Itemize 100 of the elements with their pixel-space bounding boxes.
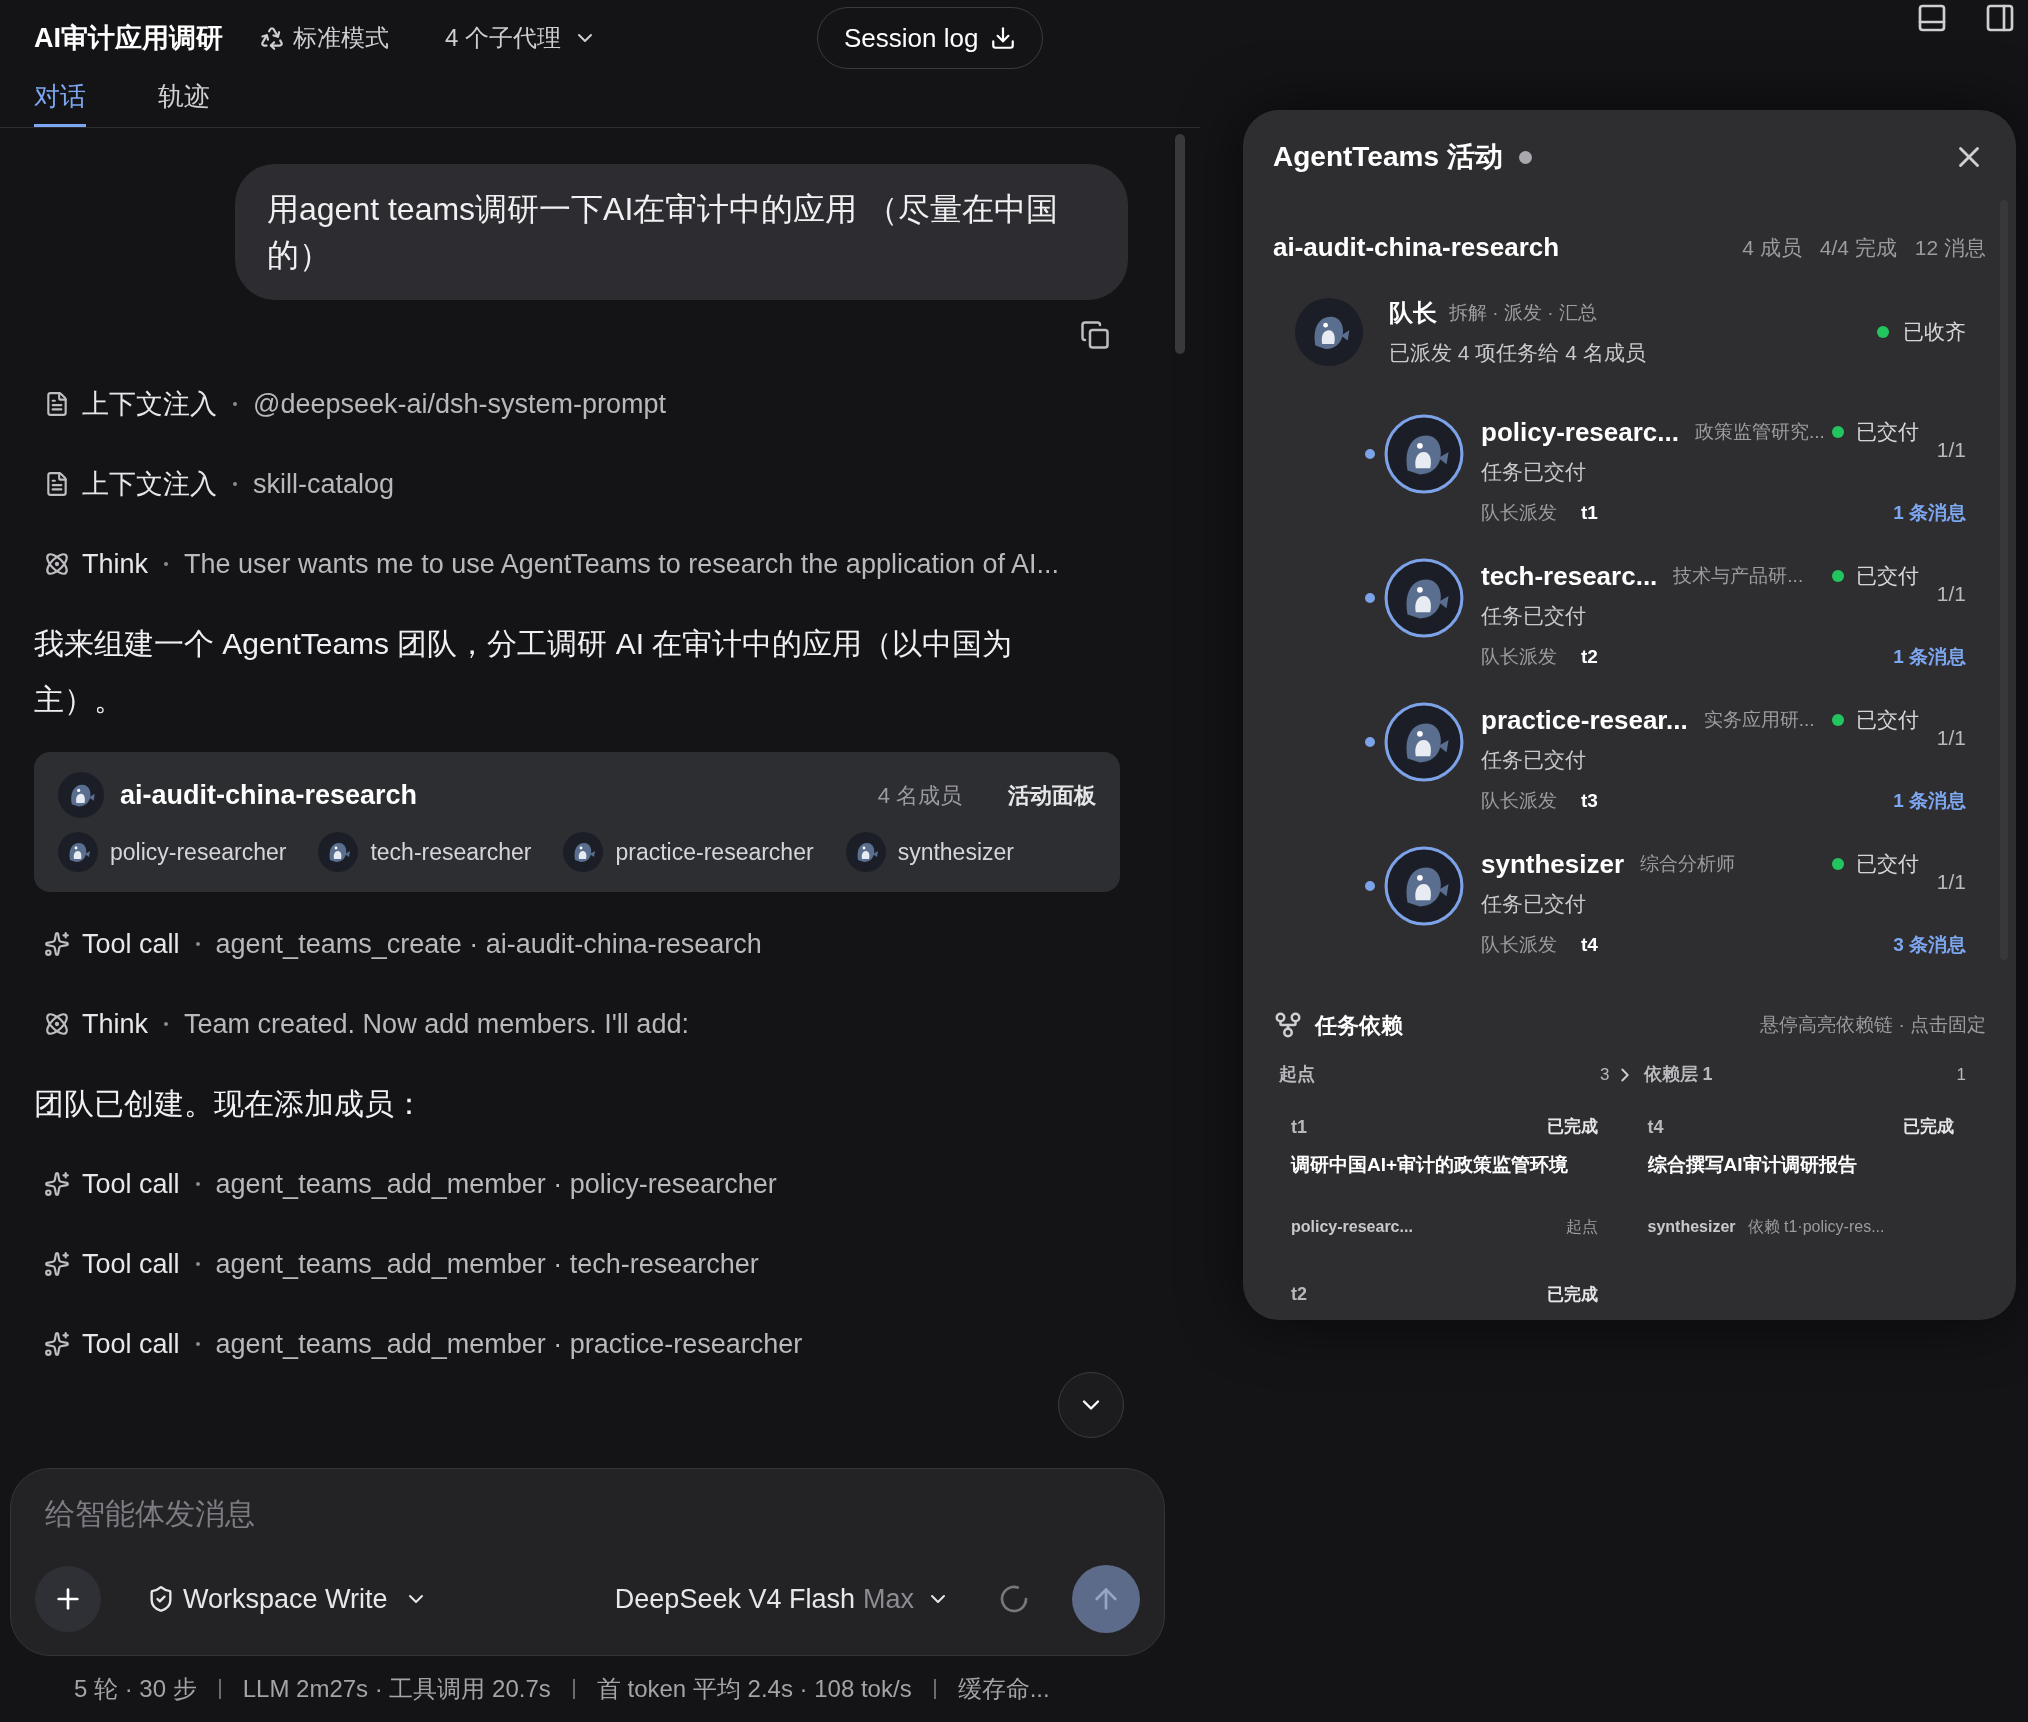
entry-detail: agent_teams_add_member · tech-researcher <box>215 1247 759 1281</box>
usage-stat: 缓存命... <box>957 1674 1050 1704</box>
entry-detail: @deepseek-ai/dsh-system-prompt <box>253 387 667 421</box>
task-status: 已完成 <box>1546 1116 1598 1139</box>
effort-level: Max <box>863 1582 914 1616</box>
task-title: 调研中国AI+审计的政策监管环境 <box>1291 1152 1570 1177</box>
entry-detail: agent_teams_create · ai-audit-china-research <box>215 927 762 961</box>
panel-right-icon[interactable] <box>1984 2 2016 34</box>
member-name-label: synthesizer <box>897 837 1014 867</box>
messages-link[interactable]: 1 条消息 <box>1893 643 1966 672</box>
member-summary: 任务已交付 <box>1481 458 1587 485</box>
mode-button[interactable]: 标准模式 <box>259 20 389 56</box>
message-input[interactable]: 给智能体发消息 <box>35 1491 1140 1536</box>
sparkle-icon <box>44 1331 70 1357</box>
document-icon <box>44 391 70 417</box>
entry-label: 上下文注入 <box>82 387 217 421</box>
section-hint: 悬停高亮依赖链 · 点击固定 <box>1760 1012 1986 1037</box>
panel-bottom-icon[interactable] <box>1916 2 1948 34</box>
task-owner: policy-researc... <box>1291 1217 1413 1237</box>
task-title: 综合撰写AI审计调研报告 <box>1647 1152 1858 1177</box>
dispatch-label: 队长派发 <box>1481 933 1557 957</box>
spinner-icon <box>998 1583 1030 1615</box>
activity-panel-link[interactable]: 活动面板 <box>1008 778 1096 812</box>
entry-detail: agent_teams_add_member · practice-researcher <box>215 1327 803 1361</box>
tasks-done-count: 1/1 <box>1936 725 1966 751</box>
member-count: 4 名成员 <box>877 781 962 810</box>
team-stat: 4/4 完成 <box>1819 234 1897 261</box>
dispatch-label: 队长派发 <box>1481 501 1557 525</box>
sparkle-icon <box>44 931 70 957</box>
task-id: t2 <box>1291 1283 1308 1306</box>
member-name: practice-resear... <box>1481 703 1688 737</box>
tab[interactable]: 对话 <box>34 76 86 127</box>
member-name: synthesizer <box>1481 847 1625 881</box>
mascot-avatar <box>1295 297 1363 366</box>
layer-label: 依赖层 1 <box>1643 1063 1714 1086</box>
usage-stat: LLM 2m27s · 工具调用 20.7s <box>242 1674 551 1704</box>
task-id: t1 <box>1581 501 1599 525</box>
leader-name: 队长 <box>1389 298 1437 328</box>
task-id: t2 <box>1581 645 1599 669</box>
messages-link[interactable]: 1 条消息 <box>1893 787 1966 816</box>
team-stat: 4 成员 <box>1742 234 1802 261</box>
tab[interactable]: 轨迹 <box>158 76 210 127</box>
task-id: t1 <box>1291 1115 1308 1139</box>
member-name: policy-researc... <box>1481 415 1679 449</box>
member-status: 已交付 <box>1855 851 1919 878</box>
dispatch-label: 队长派发 <box>1481 789 1557 813</box>
task-card[interactable]: t2 已完成 <box>1279 1257 1610 1320</box>
member-name: tech-researc... <box>1481 559 1658 593</box>
task-card[interactable]: t1 已完成 调研中国AI+审计的政策监管环境 policy-researc... 起点 <box>1279 1089 1610 1257</box>
entry-detail: agent_teams_add_member · policy-researcher <box>215 1167 777 1201</box>
dispatch-label: 队长派发 <box>1481 645 1557 669</box>
member-summary: 任务已交付 <box>1481 602 1587 629</box>
mascot-avatar <box>58 832 98 872</box>
task-dependency: 起点 <box>1565 1217 1598 1237</box>
entry-label: Think <box>82 1007 149 1041</box>
member-status: 已交付 <box>1855 707 1919 734</box>
task-dependency: 依赖 t1·policy-res... <box>1747 1217 1885 1237</box>
entry-detail: Team created. Now add members. I'll add: <box>184 1007 689 1041</box>
entry-label: Think <box>82 547 149 581</box>
member-name-label: tech-researcher <box>370 837 532 867</box>
messages-link[interactable]: 3 条消息 <box>1893 931 1966 960</box>
scrollbar[interactable] <box>1175 134 1185 354</box>
usage-stat: 5 轮 · 30 步 <box>74 1674 197 1704</box>
task-status: 已完成 <box>1546 1283 1598 1306</box>
messages-link[interactable]: 1 条消息 <box>1893 499 1966 528</box>
task-status: 已完成 <box>1903 1116 1954 1139</box>
member-status: 已交付 <box>1855 563 1919 590</box>
member-status: 已交付 <box>1855 419 1919 446</box>
tasks-done-count: 1/1 <box>1936 581 1966 607</box>
sparkle-icon <box>44 1251 70 1277</box>
copy-icon[interactable] <box>1080 320 1110 350</box>
subagents-dropdown[interactable]: 4 个子代理 <box>445 20 597 56</box>
download-icon <box>990 25 1017 51</box>
section-title: 任务依赖 <box>1315 1011 1404 1040</box>
member-role: 技术与产品研... <box>1673 563 1805 588</box>
member-summary: 任务已交付 <box>1481 890 1587 917</box>
entry-label: Tool call <box>82 1327 180 1361</box>
leader-role: 拆解 · 派发 · 汇总 <box>1449 300 1597 325</box>
branch-icon <box>1273 1010 1303 1040</box>
team-name: ai-audit-china-research <box>120 778 419 812</box>
sparkle-icon <box>44 1171 70 1197</box>
task-owner: synthesizer <box>1647 1217 1736 1237</box>
layer-count: 1 <box>1956 1063 1966 1086</box>
entry-label: 上下文注入 <box>82 467 217 501</box>
team-name: ai-audit-china-research <box>1273 231 1561 264</box>
task-id: t4 <box>1581 933 1599 957</box>
member-name-label: policy-researcher <box>110 837 287 867</box>
assistant-message: 我来组建一个 AgentTeams 团队，分工调研 AI 在审计中的应用（以中国为主）。 <box>34 626 1014 718</box>
entry-label: Tool call <box>82 1247 180 1281</box>
member-name-label: practice-researcher <box>615 837 814 867</box>
layer-count: 3 <box>1600 1063 1610 1086</box>
tasks-done-count: 1/1 <box>1936 437 1966 463</box>
task-card[interactable]: t4 已完成 综合撰写AI审计调研报告 synthesizer 依赖 t1·policy-res... <box>1635 1089 1966 1257</box>
permission-dropdown[interactable]: Workspace Write <box>147 1578 428 1620</box>
model-name: DeepSeek V4 Flash <box>614 1582 855 1616</box>
atom-icon <box>44 1011 70 1037</box>
assistant-message: 团队已创建。现在添加成员： <box>34 1086 425 1122</box>
member-role: 实务应用研... <box>1703 707 1816 732</box>
task-id: t4 <box>1647 1115 1665 1139</box>
model-dropdown[interactable]: DeepSeek V4 Flash Max <box>614 1578 950 1620</box>
